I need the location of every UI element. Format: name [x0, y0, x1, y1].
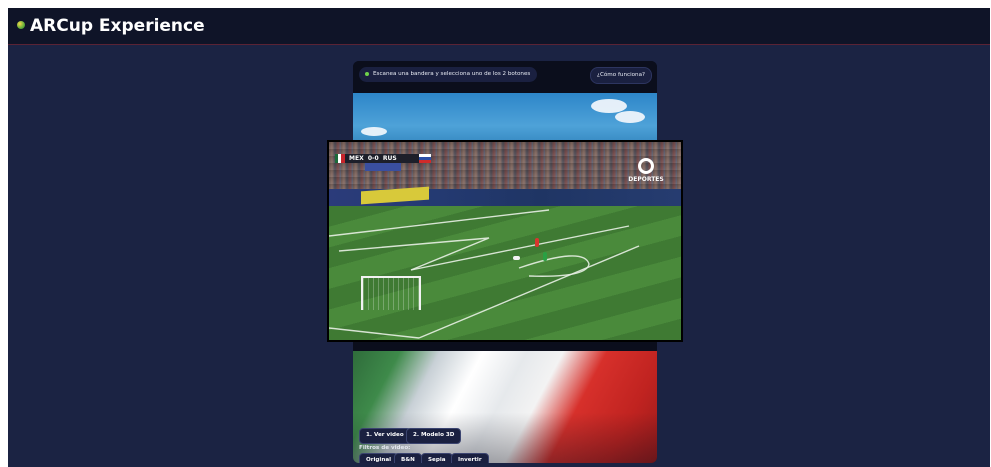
- goalkeeper: [535, 238, 539, 247]
- score-overlay: MEX 0-0 RUS: [335, 154, 431, 172]
- app-window: ARCup Experience Escanea una bandera y s…: [8, 8, 990, 467]
- video-player[interactable]: MEX 0-0 RUS DEPORTES: [327, 140, 683, 342]
- goal-line: [329, 327, 420, 339]
- watch-video-button[interactable]: 1. Ver video: [359, 428, 411, 444]
- app-title: ARCup Experience: [30, 16, 205, 36]
- score-bar: MEX 0-0 RUS: [335, 154, 431, 163]
- broadcaster-logo: DEPORTES: [621, 158, 671, 190]
- pitch-lines: [329, 209, 640, 339]
- logo-icon: [17, 21, 25, 29]
- filter-bw-button[interactable]: B&N: [394, 453, 422, 463]
- broadcaster-ring-icon: [638, 158, 654, 174]
- instruction-banner: Escanea una bandera y selecciona uno de …: [359, 67, 538, 82]
- football-pitch: [329, 206, 681, 340]
- half-line: [418, 245, 640, 339]
- filters-label: Filtros de video:: [359, 445, 411, 451]
- instruction-text: Escanea una bandera y selecciona uno de …: [373, 71, 531, 77]
- match-clock-bar: [365, 163, 401, 171]
- model-3d-button[interactable]: 2. Modelo 3D: [406, 428, 462, 444]
- phone-topbar: Escanea una bandera y selecciona uno de …: [353, 61, 657, 93]
- cloud-shape: [615, 111, 645, 123]
- player-green: [543, 252, 547, 261]
- app-header: ARCup Experience: [8, 8, 990, 45]
- filter-sepia-button[interactable]: Sepia: [421, 453, 453, 463]
- filter-invert-button[interactable]: Invertir: [451, 453, 489, 463]
- cloud-shape: [361, 127, 387, 136]
- score-text: MEX 0-0 RUS: [349, 155, 397, 162]
- filter-original-button[interactable]: Original: [359, 453, 399, 463]
- how-it-works-button[interactable]: ¿Cómo funciona?: [590, 67, 653, 84]
- penalty-area-line: [338, 237, 490, 271]
- broadcaster-text: DEPORTES: [628, 176, 664, 183]
- player-white: [513, 256, 520, 260]
- touch-line: [329, 209, 550, 237]
- center-circle: [518, 255, 590, 277]
- video-frame: MEX 0-0 RUS DEPORTES: [329, 142, 681, 340]
- status-dot-icon: [365, 71, 369, 76]
- goal-net: [361, 276, 421, 310]
- camera-feed-top: [353, 93, 657, 140]
